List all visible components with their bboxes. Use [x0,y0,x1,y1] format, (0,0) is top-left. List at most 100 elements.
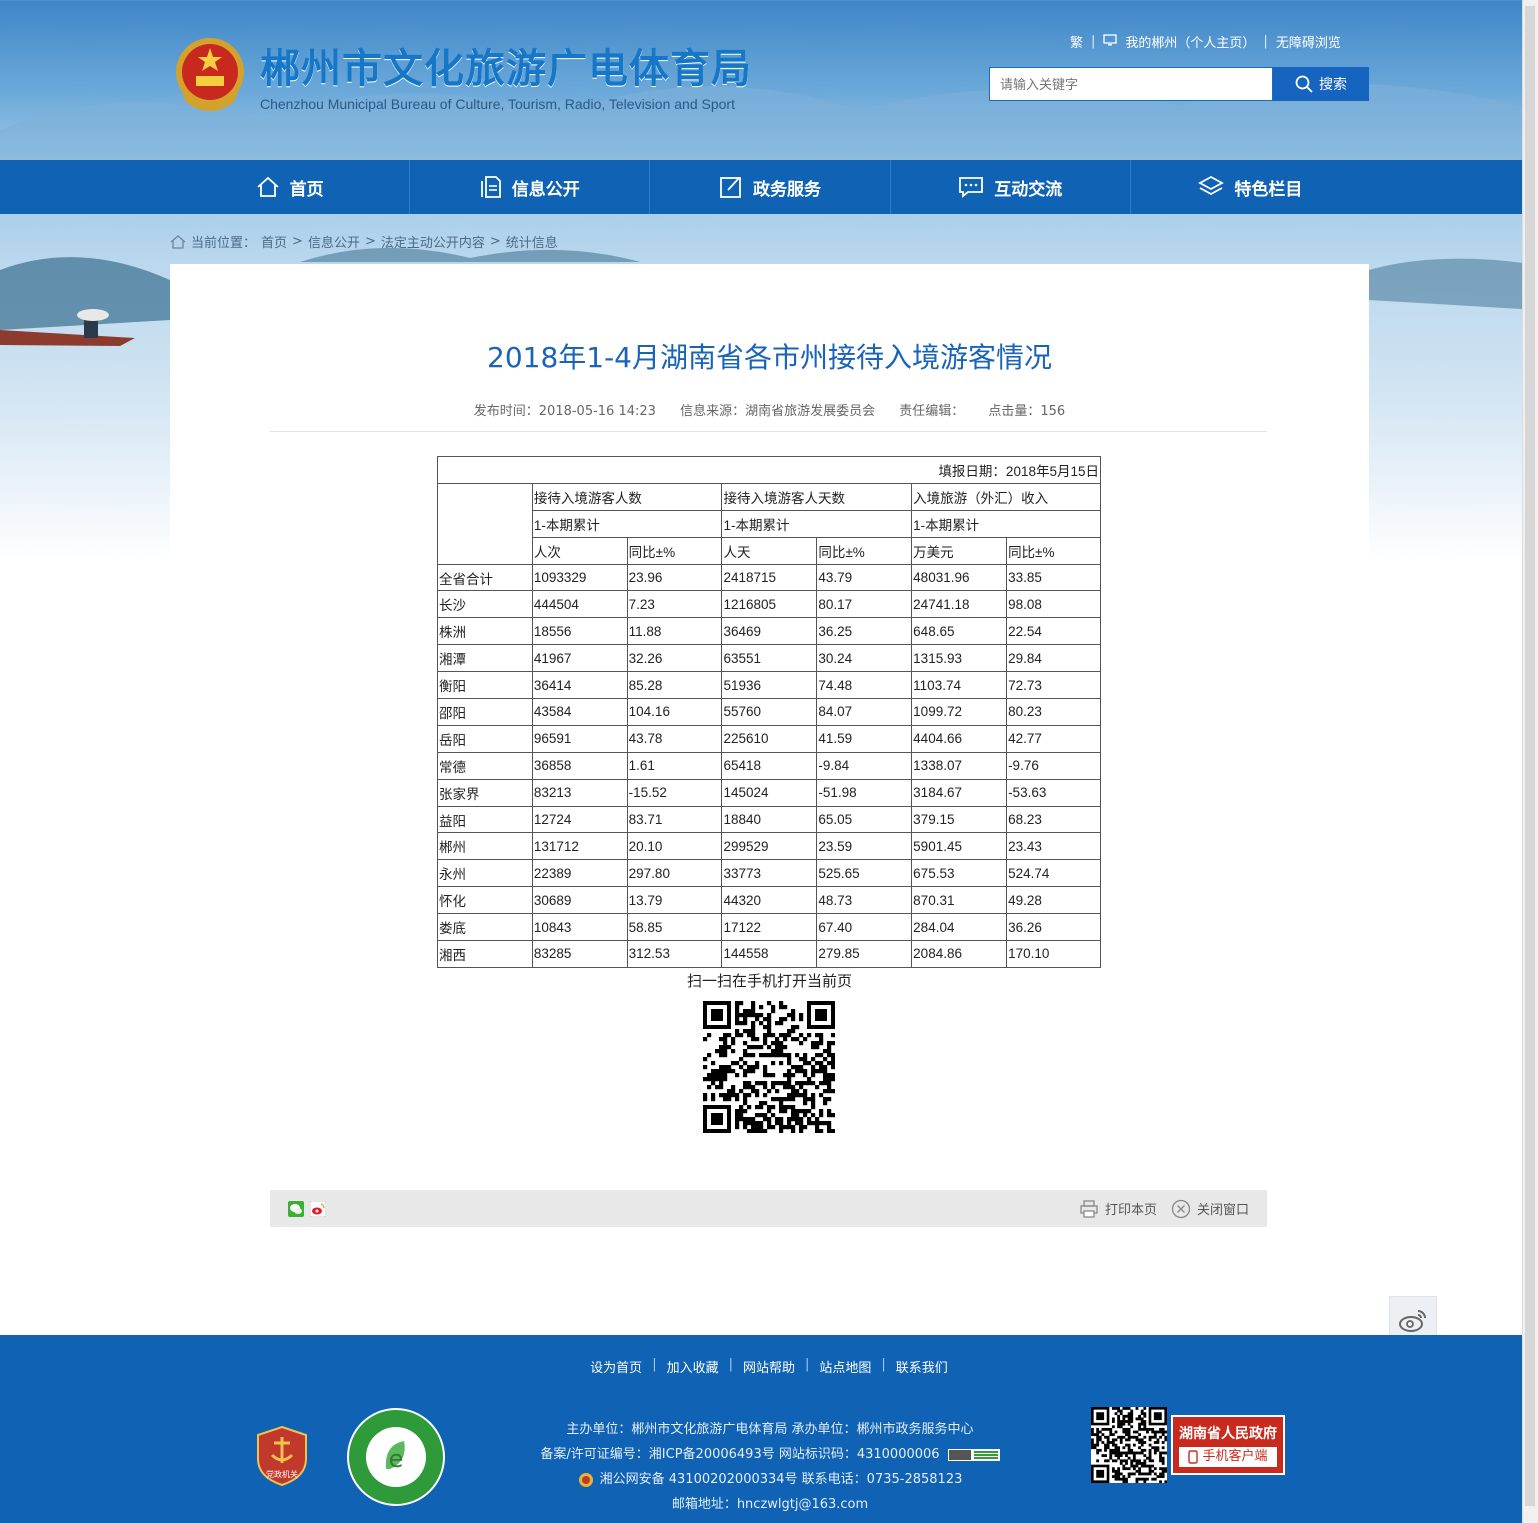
monitor-icon [1103,33,1118,50]
value-cell: 1.61 [626,751,723,780]
value-cell: 279.85 [816,940,913,968]
qr-caption: 扫一扫在手机打开当前页 [686,972,852,990]
value-cell: 67.40 [816,913,913,942]
unit-header: 万美元 [911,536,1008,565]
value-cell: 63551 [721,644,818,673]
separator: | [1263,34,1268,49]
value-cell: 30689 [531,886,628,915]
nav-featured[interactable]: 特色栏目 [1131,160,1370,214]
site-title: 郴州市文化旅游广电体育局 [260,46,752,92]
site-subtitle: Chenzhou Municipal Bureau of Culture, To… [260,96,735,112]
svg-text:e: e [389,1445,404,1473]
region-cell: 郴州 [437,832,533,861]
value-cell: 48031.96 [911,563,1008,592]
printer-icon [1080,1199,1098,1218]
value-cell: 74.48 [816,671,913,700]
value-cell: 5901.45 [911,832,1008,861]
table-row: 永州 22389 297.80 33773 525.65 675.53 524.74 [437,859,1101,888]
value-cell: 80.23 [1006,698,1101,726]
breadcrumb-separator: > [364,234,376,249]
footer-police-row: 湘公网安备 43100202000334号 联系电话：0735-2858123 [500,1467,1040,1492]
value-cell: 42.77 [1006,724,1101,753]
nav-label: 政务服务 [753,179,821,200]
nav-info-disclosure[interactable]: 信息公开 [410,160,651,214]
value-cell: 10843 [531,913,628,942]
value-cell: 49.28 [1006,886,1101,915]
value-cell: 55760 [721,698,818,726]
print-button[interactable]: 打印本页 [1079,1199,1157,1219]
traditional-chinese-link[interactable]: 繁 [1070,32,1083,51]
value-cell: 36414 [531,671,628,700]
nav-gov-services[interactable]: 政务服务 [650,160,891,214]
breadcrumb-item[interactable]: 法定主动公开内容 [381,232,485,251]
civilization-website-badge-icon[interactable]: e [346,1407,446,1507]
mobile-app-badge[interactable]: 湖南省人民政府 手机客户端 [1171,1415,1285,1475]
value-cell: 65.05 [816,805,913,834]
table-row: 全省合计 1093329 23.96 2418715 43.79 48031.96 33.8… [437,563,1101,592]
value-cell: 36.25 [816,617,913,646]
value-cell: 43.79 [816,563,913,592]
main-nav: 首页 信息公开 政务服务 互动交流 特色栏目 [0,160,1538,214]
table-row: 接待入境游客人数 接待入境游客人天数 入境旅游（外汇）收入 [437,482,1101,565]
value-cell: 144558 [721,940,818,968]
weibo-icon [1399,1310,1426,1332]
value-cell: 65418 [721,751,818,780]
value-cell: 48.73 [816,886,913,915]
footer-link-help[interactable]: 网站帮助 [743,1357,795,1376]
breadcrumb-item[interactable]: 首页 [261,232,287,251]
value-cell: 36.26 [1006,913,1101,942]
unit-header: 同比±% [816,536,913,565]
value-cell: 17122 [721,913,818,942]
breadcrumb-item[interactable]: 信息公开 [308,232,360,251]
value-cell: 36469 [721,617,818,646]
search-icon [1295,75,1313,93]
weibo-share-icon[interactable] [309,1200,327,1221]
my-chenzhou-link[interactable]: 我的郴州（个人主页） [1125,32,1255,51]
accessibility-link[interactable]: 无障碍浏览 [1276,32,1341,51]
value-cell: 33773 [721,859,818,888]
value-cell: 23.59 [816,832,913,861]
footer-links: 设为首页 | 加入收藏 | 网站帮助 | 站点地图 | 联系我们 [0,1357,1538,1376]
table-row: 填报日期：2018年5月15日 [437,456,1101,484]
divider [270,431,1267,432]
close-window-button[interactable]: 关闭窗口 [1171,1199,1249,1219]
unit-header: 人次 [531,536,628,565]
party-gov-agency-badge[interactable]: 党政机关 [256,1425,308,1487]
nav-home[interactable]: 首页 [170,160,411,214]
value-cell: 30.24 [816,644,913,673]
breadcrumb-item[interactable]: 统计信息 [506,232,558,251]
value-cell: 33.85 [1006,563,1101,592]
search-input[interactable] [989,67,1273,101]
wechat-share-icon[interactable] [288,1201,304,1221]
region-cell: 衡阳 [437,671,533,700]
responsible-editor: 责任编辑： [899,404,965,419]
app-badge-title: 湖南省人民政府 [1179,1426,1277,1442]
value-cell: 2084.86 [911,940,1008,968]
home-icon [170,234,186,249]
footer-icp: 备案/许可证编号：湘ICP备20006493号 网站标识码：4310000006 [540,1447,940,1462]
breadcrumb-separator: > [489,234,501,249]
region-cell: 怀化 [437,886,533,915]
value-cell: 32.26 [626,644,723,673]
value-cell: 525.65 [816,859,913,888]
footer-link-set-home[interactable]: 设为首页 [590,1357,642,1376]
value-cell: 44320 [721,886,818,915]
footer-link-bookmark[interactable]: 加入收藏 [667,1357,719,1376]
nav-interaction[interactable]: 互动交流 [891,160,1131,214]
search-button[interactable]: 搜索 [1273,67,1369,101]
table-row: 湘西 83285 312.53 144558 279.85 2084.86 170.10 [437,940,1101,968]
footer-police: 湘公网安备 43100202000334号 联系电话：0735-2858123 [599,1472,963,1487]
nav-label: 互动交流 [994,179,1063,200]
page-qr-code [703,1001,835,1133]
top-links: 繁 | 我的郴州（个人主页） | 无障碍浏览 [1070,32,1370,51]
badge-text: 党政机关 [266,1469,298,1479]
footer-link-sitemap[interactable]: 站点地图 [819,1357,871,1376]
footer-email: 邮箱地址：hnczwlgtj@163.com [671,1497,869,1512]
table-row: 岳阳 96591 43.78 225610 41.59 4404.66 42.77 [437,724,1101,753]
value-cell: 225610 [721,724,818,753]
scrollbar-thumb[interactable] [1525,6,1535,1506]
footer-link-contact[interactable]: 联系我们 [896,1357,948,1376]
value-cell: 11.88 [626,617,723,646]
value-cell: 41967 [531,644,628,673]
value-cell: 36858 [531,751,628,780]
